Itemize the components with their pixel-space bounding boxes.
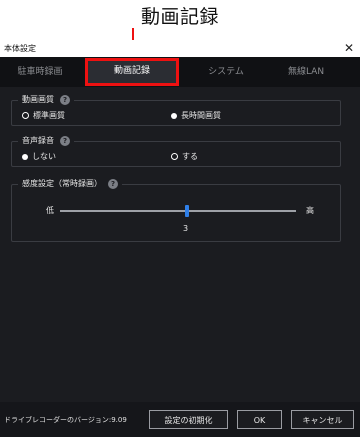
radio-label: 長時間画質 xyxy=(181,111,221,120)
help-icon[interactable]: ? xyxy=(108,178,118,189)
reset-settings-button[interactable]: 設定の初期化 xyxy=(149,410,228,429)
radio-label: しない xyxy=(32,152,56,161)
radio-long-quality[interactable]: 長時間画質 xyxy=(171,110,221,121)
tab-system[interactable]: システム xyxy=(182,59,270,85)
callout-label: 動画記録 xyxy=(140,6,219,28)
radio-audio-off[interactable]: しない xyxy=(22,151,56,162)
audio-recording-group: 音声録音 ? しない する xyxy=(11,135,341,167)
ok-button[interactable]: OK xyxy=(237,410,282,429)
dialog-content: 駐車時録画 動画記録 システム 無線LAN 動画画質 ? 標準画質 長時間画質 xyxy=(0,57,360,437)
radio-audio-on[interactable]: する xyxy=(171,151,198,162)
radio-selected-icon xyxy=(171,153,178,160)
radio-standard-quality[interactable]: 標準画質 xyxy=(22,110,65,121)
title-bar: 本体設定 ✕ xyxy=(0,40,360,57)
settings-panel: 動画画質 ? 標準画質 長時間画質 音声録音 ? しない する 感度設定（常時録… xyxy=(0,87,360,402)
sensitivity-title: 感度設定（常時録画） xyxy=(22,179,102,188)
sensitivity-slider-thumb[interactable] xyxy=(185,205,189,217)
tab-wireless-lan[interactable]: 無線LAN xyxy=(266,59,346,85)
slider-min-label: 低 xyxy=(46,206,54,215)
help-icon[interactable]: ? xyxy=(60,135,70,146)
audio-recording-title: 音声録音 xyxy=(22,136,54,145)
radio-label: 標準画質 xyxy=(33,111,65,120)
radio-unselected-icon xyxy=(171,112,177,119)
video-quality-group: 動画画質 ? 標準画質 長時間画質 xyxy=(11,94,341,126)
tab-video-recording[interactable]: 動画記録 xyxy=(85,58,179,86)
sensitivity-slider-track[interactable] xyxy=(60,210,296,212)
video-quality-title: 動画画質 xyxy=(22,95,54,104)
sensitivity-group: 感度設定（常時録画） ? 低 高 3 xyxy=(11,178,341,242)
slider-value: 3 xyxy=(183,224,189,233)
tab-parking-recording[interactable]: 駐車時録画 xyxy=(0,59,80,85)
radio-unselected-icon xyxy=(22,153,28,160)
slider-max-label: 高 xyxy=(306,206,314,215)
settings-window: 本体設定 ✕ 駐車時録画 動画記録 システム 無線LAN 動画画質 ? 標準画質 xyxy=(0,40,360,437)
radio-label: する xyxy=(182,152,198,161)
radio-selected-icon xyxy=(22,112,29,119)
help-icon[interactable]: ? xyxy=(60,94,70,105)
window-title: 本体設定 xyxy=(4,44,36,53)
dialog-footer: ドライブレコーダーのバージョン:9.09 設定の初期化 OK キャンセル xyxy=(0,402,360,437)
close-icon[interactable]: ✕ xyxy=(344,41,354,55)
cancel-button[interactable]: キャンセル xyxy=(291,410,354,429)
firmware-version: ドライブレコーダーのバージョン:9.09 xyxy=(4,416,127,424)
tab-bar: 駐車時録画 動画記録 システム 無線LAN xyxy=(0,57,360,87)
